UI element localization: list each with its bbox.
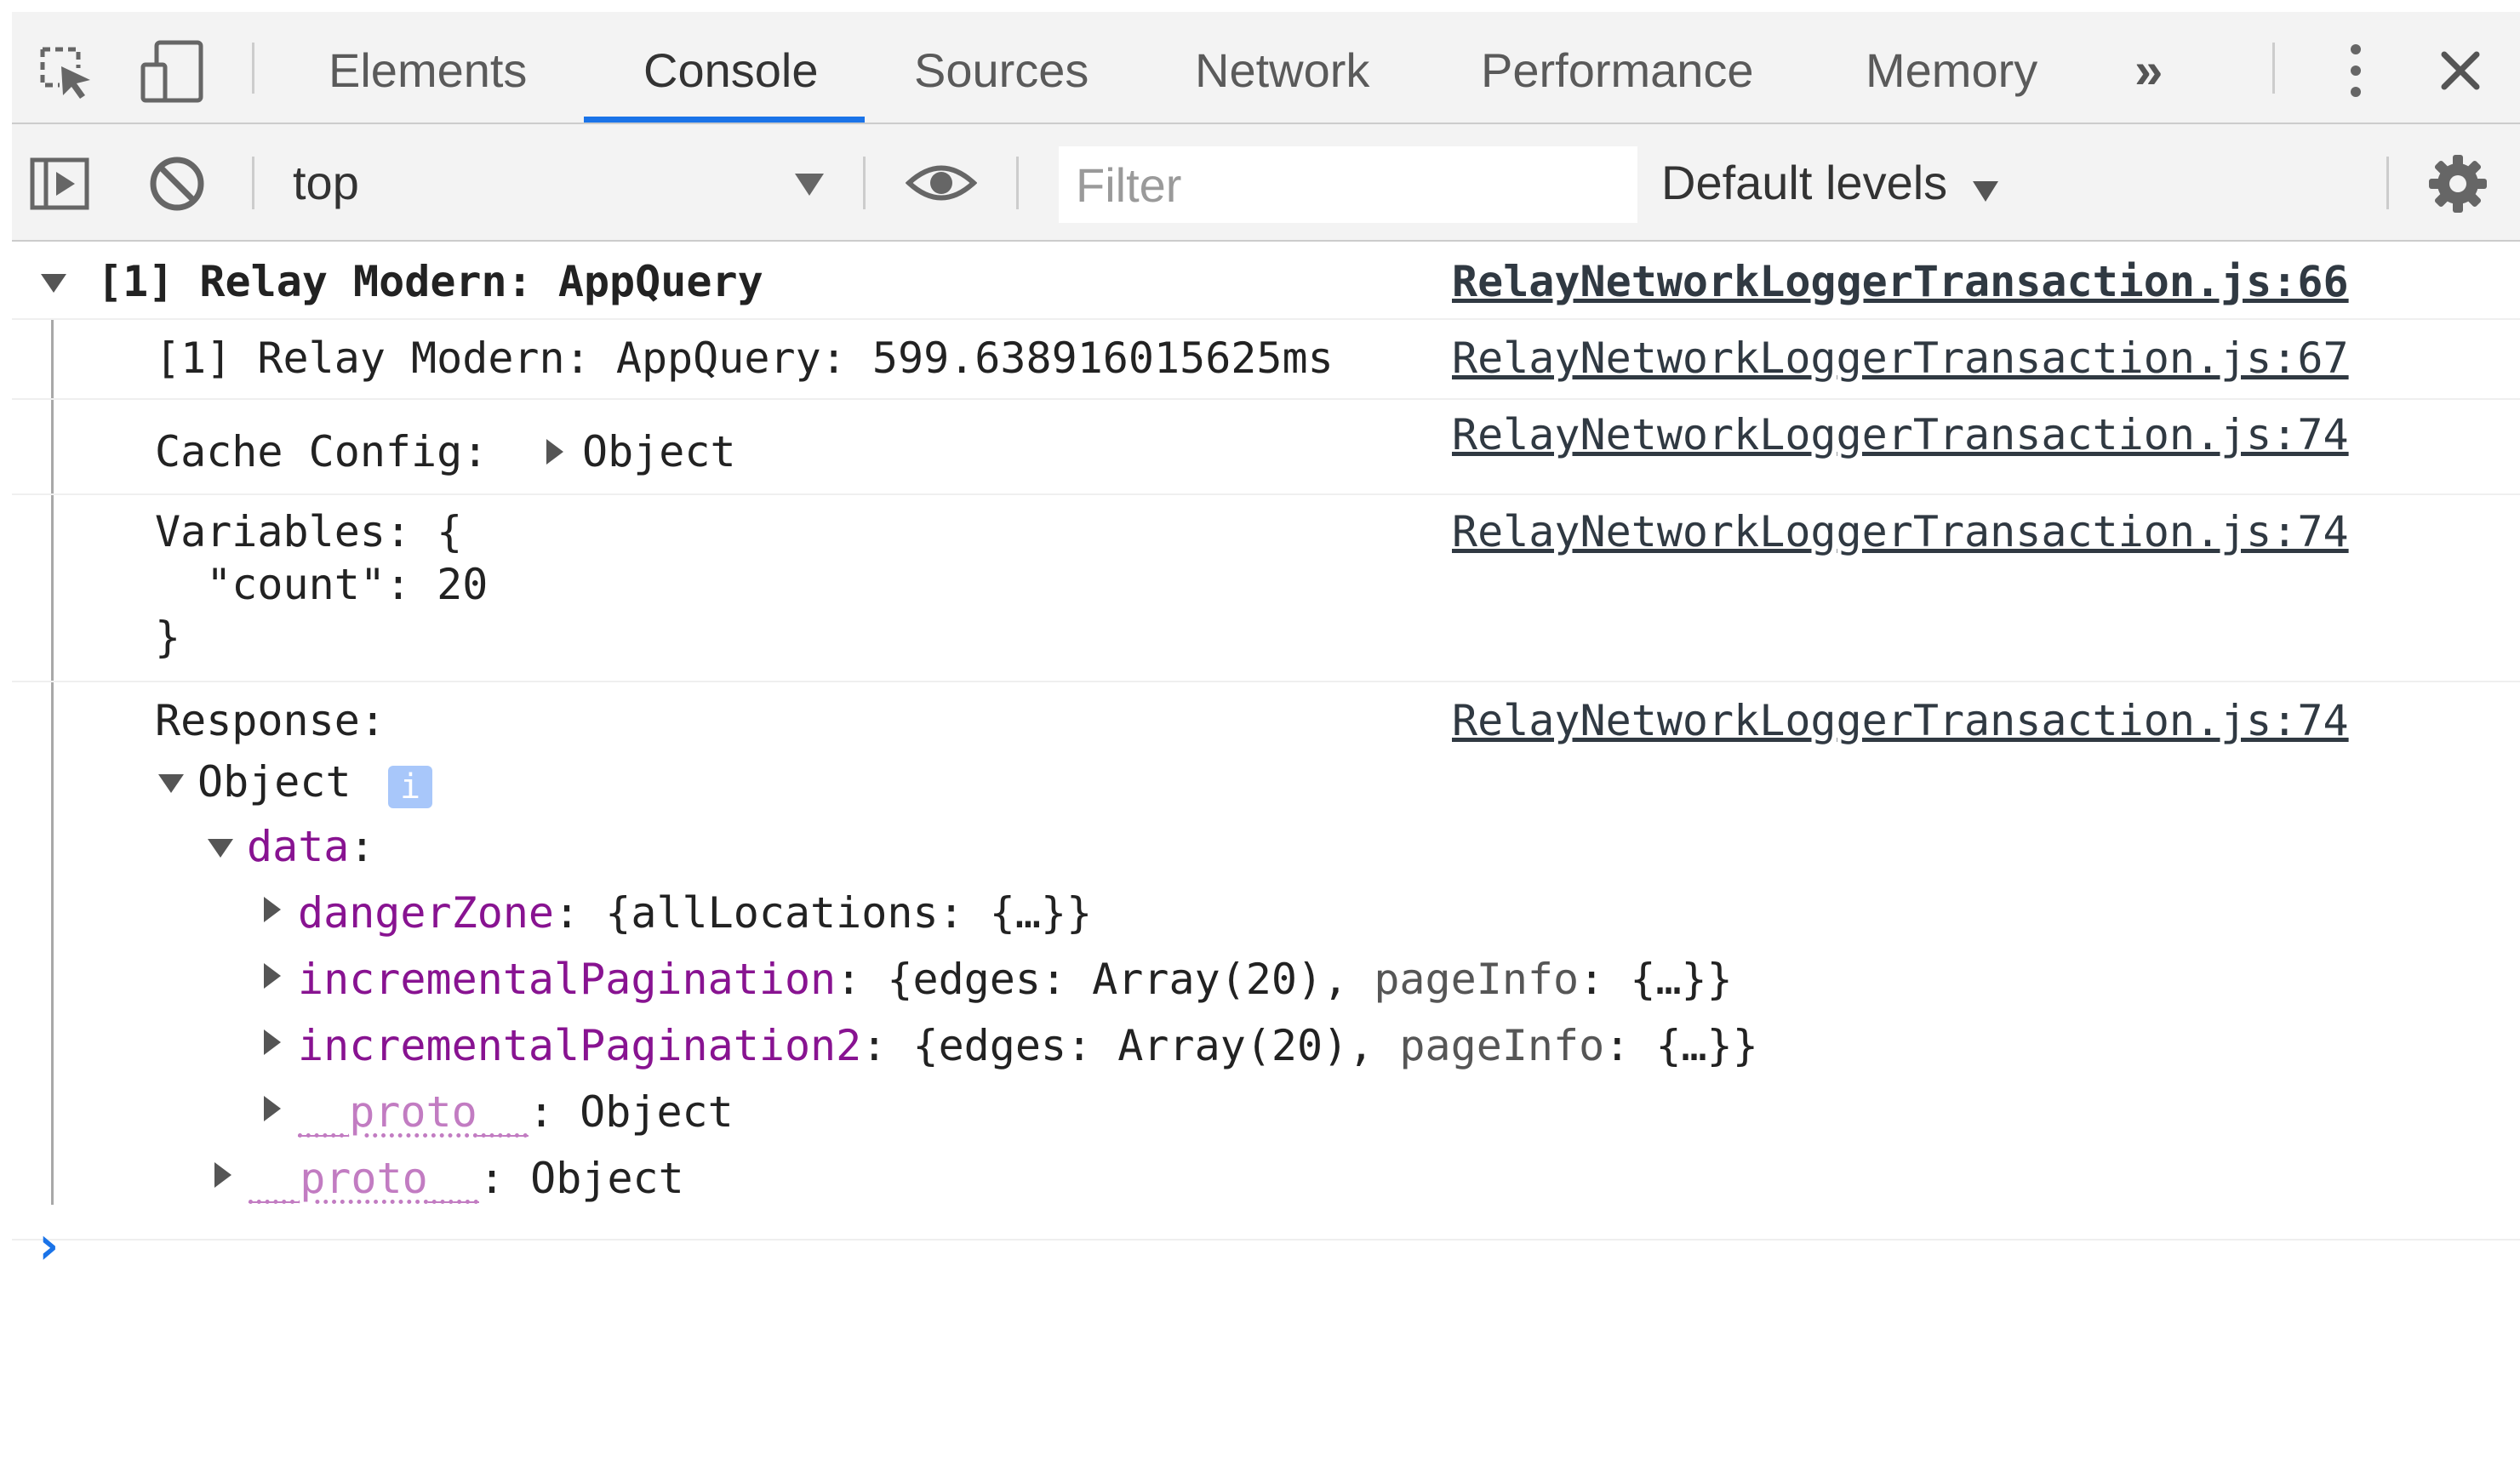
object-property[interactable]: incrementalPagination: {edges: Array(20)… <box>298 955 1733 1004</box>
toolbar-divider <box>252 157 254 209</box>
filter-input[interactable] <box>1059 146 1637 223</box>
info-icon[interactable]: i <box>388 766 432 808</box>
console-group-header[interactable]: [1] Relay Modern: AppQuery RelayNetworkL… <box>12 242 2520 320</box>
console-log: [1] Relay Modern: AppQuery RelayNetworkL… <box>12 242 2520 1273</box>
tab-elements[interactable]: Elements <box>329 12 527 123</box>
toolbar-divider <box>1016 157 1019 209</box>
property-key: dangerZone <box>298 888 555 938</box>
tab-performance[interactable]: Performance <box>1481 12 1754 123</box>
source-link[interactable]: RelayNetworkLoggerTransaction.js:67 <box>1452 334 2349 383</box>
property-preview: : {allLocations: {…}} <box>554 888 1093 938</box>
collapsed-triangle-icon[interactable] <box>262 961 283 990</box>
property-preview: : {…}} <box>1604 1021 1758 1070</box>
device-toolbar-icon[interactable] <box>140 39 208 108</box>
source-link[interactable]: RelayNetworkLoggerTransaction.js:74 <box>1452 410 2349 459</box>
chevron-down-icon <box>1971 159 2000 214</box>
cache-config-label: Cache Config: <box>155 427 489 476</box>
property-preview-key: pageInfo <box>1374 955 1580 1004</box>
console-toolbar: top Default levels <box>12 124 2520 242</box>
log-levels-label: Default levels <box>1661 156 1948 209</box>
data-key-line[interactable]: data: <box>247 822 375 871</box>
collapsed-triangle-icon[interactable] <box>262 895 283 924</box>
log-levels-dropdown[interactable]: Default levels <box>1661 155 2000 214</box>
variables-line: Variables: { <box>155 507 463 556</box>
tab-sources[interactable]: Sources <box>914 12 1089 123</box>
object-property[interactable]: __proto__: Object <box>298 1087 734 1137</box>
response-label: Response: <box>155 696 386 745</box>
variables-line: } <box>155 613 181 662</box>
toolbar-divider <box>2386 157 2389 209</box>
console-prompt-icon: › <box>32 1214 65 1276</box>
clear-console-icon[interactable] <box>146 153 208 219</box>
devtools-tab-bar: Elements Console Sources Network Perform… <box>12 12 2520 124</box>
inspect-element-icon[interactable] <box>36 43 95 106</box>
object-property[interactable]: __proto__: Object <box>249 1154 684 1203</box>
more-tabs-icon[interactable]: » <box>2134 12 2163 123</box>
property-key: incrementalPagination <box>298 955 837 1004</box>
property-preview: : {edges: Array(20), <box>836 955 1374 1004</box>
console-message: Response: RelayNetworkLoggerTransaction.… <box>12 682 2520 1460</box>
property-preview-key: pageInfo <box>1399 1021 1605 1070</box>
collapsed-triangle-icon[interactable] <box>262 1028 283 1057</box>
collapsed-triangle-icon[interactable] <box>213 1161 233 1189</box>
variables-line: "count": 20 <box>155 560 489 609</box>
group-title: [1] Relay Modern: AppQuery <box>97 257 763 306</box>
tab-memory[interactable]: Memory <box>1866 12 2037 123</box>
tab-console[interactable]: Console <box>584 12 865 123</box>
object-label[interactable]: Object <box>197 757 351 807</box>
property-key: incrementalPagination2 <box>298 1021 862 1070</box>
context-selector[interactable]: top <box>293 155 359 210</box>
kebab-menu-icon[interactable] <box>2346 41 2366 105</box>
object-property[interactable]: dangerZone: {allLocations: {…}} <box>298 888 1092 938</box>
property-key: __proto__ <box>249 1154 479 1203</box>
chevron-down-icon[interactable] <box>793 172 826 202</box>
expanded-triangle-icon[interactable] <box>39 272 68 294</box>
toolbar-divider <box>863 157 866 209</box>
source-link[interactable]: RelayNetworkLoggerTransaction.js:74 <box>1452 696 2349 745</box>
console-message: Variables: { "count": 20 } RelayNetworkL… <box>12 495 2520 682</box>
timing-text: [1] Relay Modern: AppQuery: 599.63891601… <box>155 334 1334 383</box>
property-preview: : {edges: Array(20), <box>861 1021 1400 1070</box>
source-link[interactable]: RelayNetworkLoggerTransaction.js:66 <box>1452 257 2349 306</box>
property-preview: : {…}} <box>1579 955 1733 1004</box>
tab-network[interactable]: Network <box>1195 12 1369 123</box>
collapsed-triangle-icon[interactable] <box>262 1094 283 1123</box>
property-key: __proto__ <box>298 1087 529 1137</box>
console-message: Cache Config: Object RelayNetworkLoggerT… <box>12 400 2520 495</box>
property-preview: : Object <box>478 1154 684 1203</box>
property-preview: : Object <box>528 1087 734 1137</box>
toolbar-divider <box>2272 43 2275 94</box>
collapsed-triangle-icon[interactable] <box>545 437 565 466</box>
colon: : <box>349 822 375 871</box>
data-key: data <box>247 822 350 871</box>
settings-gear-icon[interactable] <box>2427 153 2489 219</box>
console-input[interactable] <box>80 1217 2463 1271</box>
close-icon[interactable] <box>2439 49 2482 96</box>
source-link[interactable]: RelayNetworkLoggerTransaction.js:74 <box>1452 507 2349 556</box>
cache-config-value[interactable]: Object <box>582 427 736 476</box>
sidebar-toggle-icon[interactable] <box>29 157 90 215</box>
expanded-triangle-icon[interactable] <box>157 773 186 795</box>
expanded-triangle-icon[interactable] <box>206 837 235 859</box>
live-expression-eye-icon[interactable] <box>905 160 978 210</box>
console-message: [1] Relay Modern: AppQuery: 599.63891601… <box>12 320 2520 400</box>
toolbar-divider <box>252 43 254 94</box>
object-property[interactable]: incrementalPagination2: {edges: Array(20… <box>298 1021 1758 1070</box>
